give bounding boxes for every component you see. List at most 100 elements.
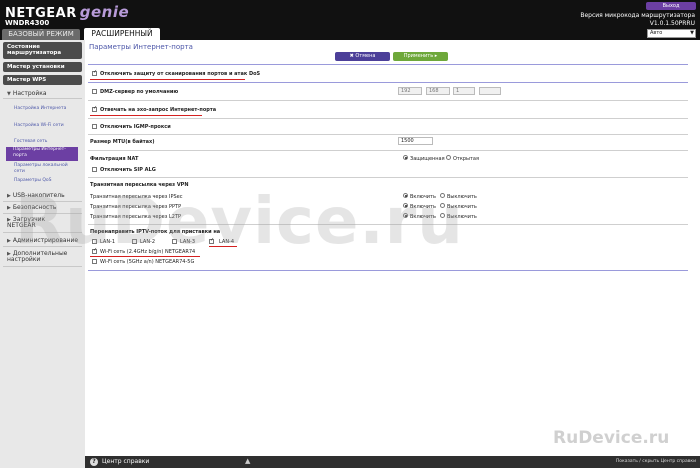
- disable-label: Выключить: [447, 214, 477, 220]
- red-underline: [90, 79, 245, 80]
- genie-logo: genie: [79, 3, 130, 21]
- lan4-label: LAN-4: [219, 239, 235, 245]
- sidebar-item-qos[interactable]: Параметры QoS: [14, 178, 78, 184]
- language-select[interactable]: Авто ▼: [647, 29, 696, 38]
- sip-label: Отключить SIP ALG: [100, 167, 156, 173]
- apply-label: Применить: [403, 53, 434, 59]
- ping-label: Отвечать на эхо-запрос Интернет-порта: [100, 107, 217, 113]
- enable-label: Включить: [410, 204, 436, 210]
- red-underline: [90, 256, 200, 257]
- sidebar-section-download[interactable]: ▶ Загрузчик NETGEAR: [3, 216, 46, 229]
- vpn-pptp-enable-radio[interactable]: [403, 203, 408, 208]
- vpn-ipsec-label: Транзитная пересылка через IPSec: [90, 194, 183, 200]
- sip-checkbox[interactable]: [92, 167, 97, 172]
- disable-label: Выключить: [447, 194, 477, 200]
- help-footer: ? Центр справки ▲ Показать / скрыть Цент…: [85, 456, 700, 468]
- nat-secure-radio[interactable]: [403, 155, 408, 160]
- enable-label: Включить: [410, 194, 436, 200]
- sidebar-section-security[interactable]: ▶ Безопасность: [3, 204, 82, 211]
- footer-toggle-link[interactable]: Показать / скрыть Центр справки: [616, 459, 696, 464]
- divider: [88, 270, 688, 271]
- divider: [3, 98, 82, 99]
- dmz-ip-field-4[interactable]: [479, 87, 501, 95]
- divider: [3, 266, 82, 267]
- sidebar-item-lan[interactable]: Параметры локальной сети: [14, 163, 78, 175]
- vpn-l2tp-disable-radio[interactable]: [440, 213, 445, 218]
- lan1-checkbox[interactable]: [92, 239, 97, 244]
- vpn-l2tp-enable-radio[interactable]: [403, 213, 408, 218]
- divider: [88, 134, 688, 135]
- arrow-right-icon: ▸: [433, 53, 438, 59]
- sidebar-item-status[interactable]: Состояние маршрутизатора: [3, 42, 82, 59]
- sidebar-item-wan[interactable]: Параметры Интернет-порта: [6, 147, 78, 161]
- sidebar-section-label: USB-накопитель: [12, 192, 65, 199]
- top-header: NETGEAR genie WNDR4300 Выход Версия микро…: [0, 0, 700, 40]
- igmp-label: Отключить IGMP-прокси: [100, 124, 171, 130]
- sidebar-section-admin[interactable]: ▶ Администрирование: [3, 237, 82, 244]
- sidebar: Состояние маршрутизатора Мастер установк…: [0, 40, 85, 468]
- wifi5-checkbox[interactable]: [92, 259, 97, 264]
- vpn-ipsec-enable-radio[interactable]: [403, 193, 408, 198]
- divider: [3, 213, 82, 214]
- lan1-label: LAN-1: [100, 239, 116, 245]
- dmz-ip-field-1[interactable]: 192: [398, 87, 422, 95]
- enable-label: Включить: [410, 214, 436, 220]
- igmp-checkbox[interactable]: [92, 124, 97, 129]
- wifi24-label: Wi-Fi сеть (2.4GHz b/g/n) NETGEAR74: [100, 249, 196, 255]
- cancel-button[interactable]: ✖ Отмена: [335, 52, 390, 61]
- vpn-l2tp-label: Транзитная пересылка через L2TP: [90, 214, 182, 220]
- sidebar-item-wifi[interactable]: Настройка Wi-Fi сети: [14, 123, 78, 129]
- dos-checkbox[interactable]: [92, 69, 97, 76]
- divider: [88, 150, 688, 151]
- sidebar-section-label: Дополнительные настройки: [7, 250, 68, 263]
- divider: [88, 177, 688, 178]
- nat-label: Фильтрация NAT: [90, 156, 139, 162]
- sidebar-item-setup-wizard[interactable]: Мастер установки: [3, 62, 82, 72]
- sidebar-section-advanced[interactable]: ▶ Дополнительные настройки: [3, 251, 67, 263]
- sidebar-item-internet[interactable]: Настройка Интернета: [14, 106, 78, 112]
- nat-open-radio[interactable]: [446, 155, 451, 160]
- vpn-title: Транзитная пересылка через VPN: [90, 182, 189, 188]
- vpn-ipsec-disable-radio[interactable]: [440, 193, 445, 198]
- dos-label: Отключить защиту от сканирования портов …: [100, 71, 261, 77]
- lan4-checkbox[interactable]: [209, 237, 214, 244]
- chevron-down-icon: ▼: [690, 30, 694, 36]
- sidebar-section-usb[interactable]: ▶ USB-накопитель: [3, 192, 82, 199]
- divider: [3, 201, 82, 202]
- ping-checkbox[interactable]: [92, 105, 97, 112]
- tab-advanced[interactable]: РАСШИРЕННЫЙ: [84, 28, 160, 40]
- triangle-down-icon: ▼: [7, 91, 11, 97]
- divider: [88, 64, 688, 65]
- sidebar-section-setup[interactable]: ▼ Настройка: [3, 90, 82, 97]
- language-value: Авто: [650, 30, 663, 36]
- sidebar-section-label: Администрирование: [12, 237, 79, 244]
- cancel-label: Отмена: [355, 53, 376, 59]
- wifi24-checkbox[interactable]: [92, 247, 97, 254]
- mtu-input[interactable]: 1500: [398, 137, 433, 145]
- dmz-ip-field-2[interactable]: 168: [426, 87, 450, 95]
- disable-label: Выключить: [447, 204, 477, 210]
- help-center-link[interactable]: Центр справки: [102, 458, 149, 465]
- sidebar-section-label: Загрузчик NETGEAR: [7, 216, 46, 229]
- corner-watermark: RuDevice.ru: [553, 428, 670, 448]
- mtu-label: Размер MTU(в байтах): [90, 139, 155, 145]
- vpn-pptp-disable-radio[interactable]: [440, 203, 445, 208]
- sidebar-item-wps-wizard[interactable]: Мастер WPS: [3, 75, 82, 85]
- triangle-up-icon[interactable]: ▲: [245, 457, 250, 465]
- dmz-ip-field-3[interactable]: 1: [453, 87, 475, 95]
- page-title: Параметры Интернет-порта: [89, 43, 193, 51]
- logout-button[interactable]: Выход: [646, 2, 696, 10]
- divider: [88, 224, 688, 225]
- firmware-label: Версия микрокода маршрутизатора: [580, 12, 695, 19]
- tab-basic[interactable]: БАЗОВЫЙ РЕЖИМ: [2, 29, 80, 40]
- firmware-version: V1.0.1.50PRRU: [649, 20, 695, 27]
- lan3-checkbox[interactable]: [172, 239, 177, 244]
- triangle-right-icon: ▶: [7, 238, 11, 244]
- divider: [88, 100, 688, 101]
- lan2-checkbox[interactable]: [132, 239, 137, 244]
- lan3-label: LAN-3: [180, 239, 196, 245]
- apply-button[interactable]: Применить ▸: [393, 52, 448, 61]
- question-icon[interactable]: ?: [90, 458, 98, 466]
- sidebar-item-guest[interactable]: Гостевая сеть: [14, 139, 78, 145]
- dmz-checkbox[interactable]: [92, 89, 97, 94]
